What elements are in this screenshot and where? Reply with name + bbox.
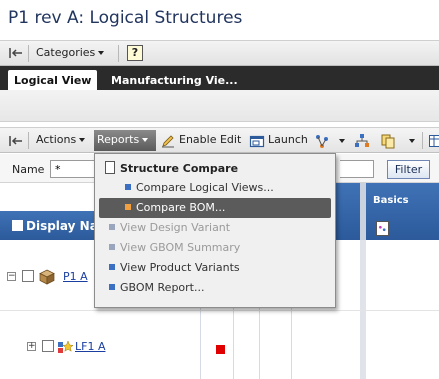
- title-bar: P1 rev A: Logical Structures: [0, 0, 439, 40]
- menu-item-label: View Product Variants: [120, 261, 240, 274]
- menu-item-view-gbom-summary: View GBOM Summary: [99, 238, 331, 258]
- launch-button[interactable]: Launch: [268, 133, 308, 146]
- bullet-icon: [109, 244, 115, 250]
- row-separator: [0, 310, 439, 311]
- structure-tools-icon[interactable]: [314, 133, 330, 149]
- menu-item-view-design-variant: View Design Variant: [99, 218, 331, 238]
- chevron-down-icon: [142, 138, 149, 142]
- part-cube-icon: [39, 269, 55, 285]
- display-name-label: Display Na: [26, 219, 98, 233]
- bullet-icon: [109, 224, 115, 230]
- table-view-icon[interactable]: [428, 133, 439, 149]
- basics-label: Basics: [373, 195, 409, 206]
- divider: [28, 132, 29, 149]
- logical-feature-icon: [58, 340, 73, 353]
- tab-manufacturing-view[interactable]: Manufacturing Vie...: [105, 70, 245, 90]
- actions-menu[interactable]: Actions: [36, 133, 86, 146]
- divider: [118, 45, 119, 62]
- help-icon[interactable]: ?: [127, 45, 143, 61]
- collapse-toggle[interactable]: −: [7, 272, 16, 281]
- divider: [422, 132, 423, 149]
- reports-dropdown-menu: Structure Compare Compare Logical Views.…: [94, 153, 336, 308]
- menu-item-label: Compare BOM...: [136, 201, 226, 214]
- menu-item-label: View GBOM Summary: [120, 241, 241, 254]
- enable-edit-button[interactable]: Enable Edit: [179, 133, 241, 146]
- menu-item-label: Compare Logical Views...: [136, 181, 274, 194]
- divider: [28, 45, 29, 62]
- bullet-icon: [109, 264, 115, 270]
- status-indicator: [216, 345, 225, 354]
- reports-menu-button[interactable]: Reports: [94, 130, 156, 151]
- menu-item-label: GBOM Report...: [120, 281, 205, 294]
- tree-structure-icon[interactable]: [354, 133, 370, 149]
- column-header-basics[interactable]: Basics: [366, 183, 439, 240]
- copy-documents-icon[interactable]: [380, 133, 396, 149]
- menu-item-label: View Design Variant: [120, 221, 231, 234]
- menu-section-label: Structure Compare: [120, 162, 239, 175]
- collapse-left-icon[interactable]: [8, 133, 24, 149]
- expand-toggle[interactable]: +: [27, 342, 36, 351]
- select-all-checkbox[interactable]: [12, 220, 23, 231]
- category-bar: Categories ?: [0, 40, 439, 66]
- chevron-down-icon[interactable]: [409, 139, 415, 143]
- action-toolbar: Actions Reports Enable Edit Launch: [0, 127, 439, 153]
- tab-logical-view[interactable]: Logical View: [8, 70, 98, 90]
- name-filter-label: Name: [12, 163, 45, 176]
- bullet-icon: [109, 284, 115, 290]
- table-row[interactable]: + LF1 A: [0, 338, 200, 358]
- document-icon: [105, 161, 115, 174]
- part-link[interactable]: P1 A: [63, 270, 88, 283]
- chevron-down-icon: [79, 138, 86, 142]
- menu-section-structure-compare: Structure Compare: [105, 161, 238, 175]
- actions-label: Actions: [36, 133, 77, 146]
- document-icon: [376, 221, 389, 236]
- menu-item-compare-bom[interactable]: Compare BOM...: [99, 198, 331, 218]
- bullet-icon: [125, 204, 131, 210]
- categories-label: Categories: [36, 46, 96, 59]
- menu-item-compare-logical-views[interactable]: Compare Logical Views...: [99, 178, 331, 198]
- chevron-down-icon[interactable]: [339, 139, 345, 143]
- chevron-down-icon: [98, 51, 105, 55]
- categories-menu[interactable]: Categories: [36, 46, 105, 59]
- menu-item-view-product-variants[interactable]: View Product Variants: [99, 258, 331, 278]
- name-filter-input-end[interactable]: [340, 160, 374, 178]
- page-title: P1 rev A: Logical Structures: [8, 8, 243, 28]
- logical-feature-link[interactable]: LF1 A: [75, 340, 105, 353]
- row-checkbox[interactable]: [42, 340, 54, 352]
- pencil-icon: [162, 135, 174, 148]
- view-tabs: Logical View Manufacturing Vie...: [0, 66, 439, 90]
- launch-window-icon: [249, 135, 265, 148]
- collapse-left-icon[interactable]: [8, 45, 24, 61]
- name-filter-input[interactable]: [50, 160, 98, 178]
- content-header-band: [0, 90, 439, 122]
- filter-button[interactable]: Filter: [387, 160, 430, 179]
- bullet-icon: [125, 184, 131, 190]
- menu-item-gbom-report[interactable]: GBOM Report...: [99, 278, 331, 298]
- reports-label: Reports: [97, 133, 140, 146]
- row-checkbox[interactable]: [22, 270, 34, 282]
